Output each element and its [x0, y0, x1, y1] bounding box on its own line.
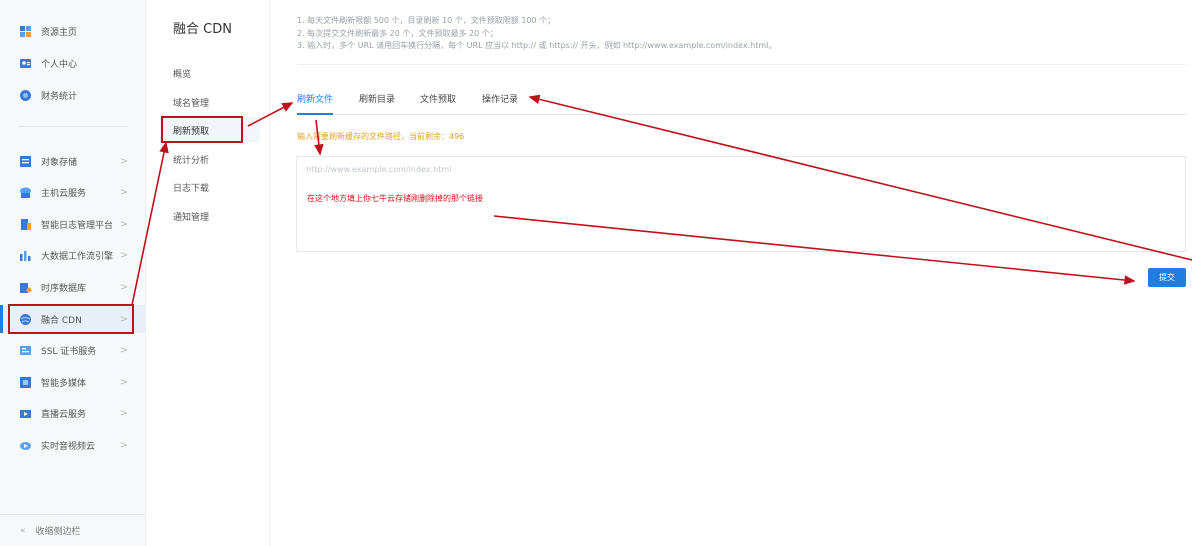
- sidebar-item-personal-center[interactable]: 个人中心: [0, 49, 146, 77]
- tab-refresh-directory[interactable]: 刷新目录: [359, 92, 395, 105]
- subnav-item-statistics[interactable]: 统计分析: [173, 153, 209, 166]
- submit-button[interactable]: 提交: [1148, 268, 1186, 287]
- url-input[interactable]: [296, 156, 1186, 252]
- annotation-box-refresh-prefetch: [161, 116, 243, 143]
- sidebar-item-label: 财务统计: [41, 91, 78, 102]
- chevron-right-icon: >: [119, 376, 129, 388]
- subnav-item-domains[interactable]: 域名管理: [173, 96, 209, 109]
- double-chevron-left-icon: «: [20, 525, 26, 536]
- tab-file-prefetch[interactable]: 文件预取: [420, 92, 456, 105]
- chevron-right-icon: >: [119, 218, 129, 230]
- sidebar-item-tsdb[interactable]: 时序数据库 >: [0, 273, 146, 301]
- sidebar-item-label: 直播云服务: [41, 409, 87, 420]
- sidebar-item-log-platform[interactable]: 智能日志管理平台 >: [0, 210, 146, 238]
- sidebar-item-live[interactable]: 直播云服务 >: [0, 399, 146, 427]
- media-icon: [18, 375, 32, 389]
- main-content: 1. 每天文件刷新限额 500 个，目录刷新 10 个，文件预取限额 100 个…: [270, 0, 1200, 546]
- sidebar-item-label: 主机云服务: [41, 188, 87, 199]
- user-card-icon: [18, 56, 32, 70]
- remaining-quota-hint: 输入需要刷新缓存的文件路径，当前剩余：496: [297, 132, 465, 141]
- collapse-sidebar-label: 收缩侧边栏: [35, 527, 81, 537]
- video-call-icon: [18, 438, 32, 452]
- live-icon: [18, 406, 32, 420]
- sidebar-item-workflow[interactable]: 大数据工作流引擎 >: [0, 241, 146, 269]
- annotation-box-cdn: [8, 304, 134, 334]
- collapse-sidebar-button[interactable]: « 收缩侧边栏: [0, 514, 146, 546]
- usage-notes: 1. 每天文件刷新限额 500 个，目录刷新 10 个，文件预取限额 100 个…: [297, 15, 776, 53]
- tab-operation-log[interactable]: 操作记录: [482, 92, 518, 105]
- sidebar-item-rtc[interactable]: 实时音视频云 >: [0, 431, 146, 459]
- note-line: 3. 输入时，多个 URL 请用回车换行分隔，每个 URL 应当以 http:/…: [297, 41, 777, 50]
- subnav-item-overview[interactable]: 概览: [173, 67, 191, 80]
- left-sidebar: 资源主页 个人中心 财务统计 对象存储 > 主机云服务 > 智能日志管理平台 >: [0, 0, 146, 546]
- subnav-item-notifications[interactable]: 通知管理: [173, 210, 209, 223]
- chevron-right-icon: >: [119, 281, 129, 293]
- database-icon: [18, 280, 32, 294]
- tab-refresh-files[interactable]: 刷新文件: [297, 92, 333, 105]
- chevron-right-icon: >: [119, 407, 129, 419]
- sidebar-item-resource-home[interactable]: 资源主页: [0, 17, 146, 45]
- sidebar-item-media[interactable]: 智能多媒体 >: [0, 368, 146, 396]
- chevron-right-icon: >: [119, 186, 129, 198]
- sidebar-item-label: 对象存储: [41, 157, 78, 168]
- workflow-icon: [18, 248, 32, 262]
- sidebar-item-label: 时序数据库: [41, 283, 87, 294]
- note-line: 1. 每天文件刷新限额 500 个，目录刷新 10 个，文件预取限额 100 个…: [297, 16, 556, 25]
- sidebar-item-label: 实时音视频云: [41, 441, 96, 452]
- sidebar-item-object-storage[interactable]: 对象存储 >: [0, 147, 146, 175]
- sidebar-item-cloud-host[interactable]: 主机云服务 >: [0, 178, 146, 206]
- sidebar-item-finance[interactable]: 财务统计: [0, 81, 146, 109]
- active-tab-indicator: [297, 113, 333, 115]
- certificate-icon: [18, 343, 32, 357]
- subnav-item-log-download[interactable]: 日志下载: [173, 181, 209, 194]
- storage-icon: [18, 154, 32, 168]
- sidebar-divider: [18, 126, 128, 127]
- grid-icon: [18, 24, 32, 38]
- cdn-subnav: 融合 CDN 概览 域名管理 刷新预取 统计分析 日志下载 通知管理: [146, 0, 270, 546]
- chevron-right-icon: >: [119, 249, 129, 261]
- subnav-title: 融合 CDN: [173, 22, 232, 37]
- sidebar-item-label: 智能日志管理平台: [41, 220, 114, 231]
- sidebar-item-label: 智能多媒体: [41, 378, 87, 389]
- sidebar-item-label: 资源主页: [41, 27, 78, 38]
- chevron-right-icon: >: [119, 439, 129, 451]
- chevron-right-icon: >: [119, 155, 129, 167]
- sidebar-item-label: 个人中心: [41, 59, 78, 70]
- sidebar-item-label: 大数据工作流引擎: [41, 251, 114, 262]
- chevron-right-icon: >: [119, 344, 129, 356]
- coin-icon: [18, 88, 32, 102]
- tab-bar: 刷新文件 刷新目录 文件预取 操作记录: [297, 86, 1187, 115]
- note-line: 2. 每次提交文件刷新最多 20 个，文件预取最多 20 个；: [297, 28, 498, 38]
- cloud-host-icon: [18, 185, 32, 199]
- annotation-note: 在这个地方填上你七牛云存储刚删除掉的那个链接: [307, 194, 483, 203]
- sidebar-item-label: SSL 证书服务: [41, 346, 97, 357]
- log-icon: [18, 217, 32, 231]
- sidebar-item-ssl[interactable]: SSL 证书服务 >: [0, 336, 146, 364]
- divider: [297, 64, 1187, 65]
